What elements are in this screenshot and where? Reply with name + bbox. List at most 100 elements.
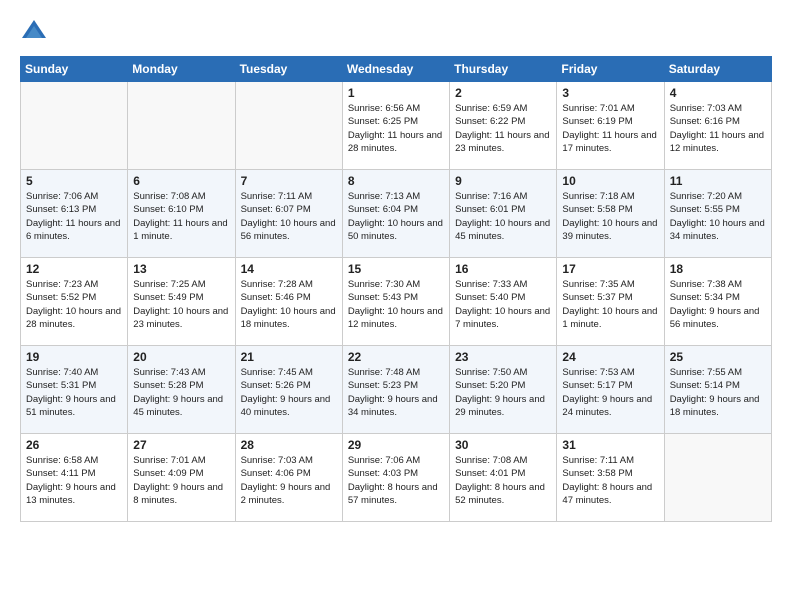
sunset-text: Sunset: 5:55 PM: [670, 203, 766, 216]
calendar-cell: [21, 82, 128, 170]
daylight-text: Daylight: 8 hours and 57 minutes.: [348, 481, 444, 508]
sunrise-text: Sunrise: 7:01 AM: [562, 102, 658, 115]
daylight-text: Daylight: 9 hours and 29 minutes.: [455, 393, 551, 420]
daylight-text: Daylight: 10 hours and 18 minutes.: [241, 305, 337, 332]
daylight-text: Daylight: 10 hours and 56 minutes.: [241, 217, 337, 244]
day-number: 9: [455, 174, 551, 188]
day-number: 13: [133, 262, 229, 276]
daylight-text: Daylight: 9 hours and 2 minutes.: [241, 481, 337, 508]
sunset-text: Sunset: 5:49 PM: [133, 291, 229, 304]
sunrise-text: Sunrise: 7:20 AM: [670, 190, 766, 203]
sunrise-text: Sunrise: 7:11 AM: [562, 454, 658, 467]
day-number: 21: [241, 350, 337, 364]
sunrise-text: Sunrise: 7:35 AM: [562, 278, 658, 291]
day-number: 15: [348, 262, 444, 276]
logo-icon: [20, 18, 48, 46]
daylight-text: Daylight: 9 hours and 56 minutes.: [670, 305, 766, 332]
sunrise-text: Sunrise: 7:06 AM: [348, 454, 444, 467]
sunset-text: Sunset: 5:37 PM: [562, 291, 658, 304]
sunrise-text: Sunrise: 7:13 AM: [348, 190, 444, 203]
daylight-text: Daylight: 9 hours and 40 minutes.: [241, 393, 337, 420]
daylight-text: Daylight: 8 hours and 47 minutes.: [562, 481, 658, 508]
calendar-cell: 24Sunrise: 7:53 AMSunset: 5:17 PMDayligh…: [557, 346, 664, 434]
calendar-cell: 26Sunrise: 6:58 AMSunset: 4:11 PMDayligh…: [21, 434, 128, 522]
week-row-1: 1Sunrise: 6:56 AMSunset: 6:25 PMDaylight…: [21, 82, 772, 170]
calendar-cell: 29Sunrise: 7:06 AMSunset: 4:03 PMDayligh…: [342, 434, 449, 522]
weekday-header-friday: Friday: [557, 57, 664, 82]
sunrise-text: Sunrise: 7:55 AM: [670, 366, 766, 379]
daylight-text: Daylight: 10 hours and 7 minutes.: [455, 305, 551, 332]
daylight-text: Daylight: 9 hours and 13 minutes.: [26, 481, 122, 508]
sunset-text: Sunset: 5:28 PM: [133, 379, 229, 392]
day-number: 27: [133, 438, 229, 452]
sunset-text: Sunset: 6:19 PM: [562, 115, 658, 128]
sunset-text: Sunset: 5:58 PM: [562, 203, 658, 216]
calendar-cell: 28Sunrise: 7:03 AMSunset: 4:06 PMDayligh…: [235, 434, 342, 522]
daylight-text: Daylight: 11 hours and 17 minutes.: [562, 129, 658, 156]
day-number: 10: [562, 174, 658, 188]
sunrise-text: Sunrise: 7:43 AM: [133, 366, 229, 379]
calendar-cell: 27Sunrise: 7:01 AMSunset: 4:09 PMDayligh…: [128, 434, 235, 522]
calendar-cell: 2Sunrise: 6:59 AMSunset: 6:22 PMDaylight…: [450, 82, 557, 170]
day-number: 28: [241, 438, 337, 452]
day-number: 7: [241, 174, 337, 188]
day-number: 16: [455, 262, 551, 276]
calendar-cell: 25Sunrise: 7:55 AMSunset: 5:14 PMDayligh…: [664, 346, 771, 434]
sunrise-text: Sunrise: 7:08 AM: [455, 454, 551, 467]
sunset-text: Sunset: 5:43 PM: [348, 291, 444, 304]
page: SundayMondayTuesdayWednesdayThursdayFrid…: [0, 0, 792, 532]
calendar-cell: 30Sunrise: 7:08 AMSunset: 4:01 PMDayligh…: [450, 434, 557, 522]
sunset-text: Sunset: 5:20 PM: [455, 379, 551, 392]
sunset-text: Sunset: 6:10 PM: [133, 203, 229, 216]
sunset-text: Sunset: 6:22 PM: [455, 115, 551, 128]
sunset-text: Sunset: 6:01 PM: [455, 203, 551, 216]
calendar-cell: 17 Sunrise: 7:35 AMSunset: 5:37 PMDayligh…: [557, 258, 664, 346]
sunrise-text: Sunrise: 7:03 AM: [241, 454, 337, 467]
day-number: 5: [26, 174, 122, 188]
day-number: 2: [455, 86, 551, 100]
sunset-text: Sunset: 6:16 PM: [670, 115, 766, 128]
sunrise-text: Sunrise: 6:59 AM: [455, 102, 551, 115]
sunrise-text: Sunrise: 7:23 AM: [26, 278, 122, 291]
sunset-text: Sunset: 5:40 PM: [455, 291, 551, 304]
weekday-header-monday: Monday: [128, 57, 235, 82]
daylight-text: Daylight: 8 hours and 52 minutes.: [455, 481, 551, 508]
calendar-cell: 10Sunrise: 7:18 AMSunset: 5:58 PMDayligh…: [557, 170, 664, 258]
day-number: 30: [455, 438, 551, 452]
daylight-text: Daylight: 10 hours and 12 minutes.: [348, 305, 444, 332]
day-number: 11: [670, 174, 766, 188]
day-number: 23: [455, 350, 551, 364]
calendar-cell: 22Sunrise: 7:48 AMSunset: 5:23 PMDayligh…: [342, 346, 449, 434]
daylight-text: Daylight: 9 hours and 24 minutes.: [562, 393, 658, 420]
sunrise-text: Sunrise: 7:08 AM: [133, 190, 229, 203]
sunrise-text: Sunrise: 7:16 AM: [455, 190, 551, 203]
weekday-header-sunday: Sunday: [21, 57, 128, 82]
calendar-cell: 5Sunrise: 7:06 AMSunset: 6:13 PMDaylight…: [21, 170, 128, 258]
calendar-cell: 20Sunrise: 7:43 AMSunset: 5:28 PMDayligh…: [128, 346, 235, 434]
sunset-text: Sunset: 5:52 PM: [26, 291, 122, 304]
daylight-text: Daylight: 9 hours and 18 minutes.: [670, 393, 766, 420]
weekday-header-row: SundayMondayTuesdayWednesdayThursdayFrid…: [21, 57, 772, 82]
calendar-cell: 6Sunrise: 7:08 AMSunset: 6:10 PMDaylight…: [128, 170, 235, 258]
sunset-text: Sunset: 5:14 PM: [670, 379, 766, 392]
calendar-cell: 3 Sunrise: 7:01 AMSunset: 6:19 PMDaylight…: [557, 82, 664, 170]
day-number: 19: [26, 350, 122, 364]
calendar-cell: [128, 82, 235, 170]
daylight-text: Daylight: 10 hours and 1 minute.: [562, 305, 658, 332]
day-number: 18: [670, 262, 766, 276]
day-number: 17: [562, 262, 658, 276]
sunset-text: Sunset: 3:58 PM: [562, 467, 658, 480]
sunrise-text: Sunrise: 7:03 AM: [670, 102, 766, 115]
calendar-cell: 9Sunrise: 7:16 AMSunset: 6:01 PMDaylight…: [450, 170, 557, 258]
sunrise-text: Sunrise: 7:48 AM: [348, 366, 444, 379]
daylight-text: Daylight: 10 hours and 28 minutes.: [26, 305, 122, 332]
sunrise-text: Sunrise: 7:11 AM: [241, 190, 337, 203]
daylight-text: Daylight: 9 hours and 8 minutes.: [133, 481, 229, 508]
calendar-cell: 7Sunrise: 7:11 AMSunset: 6:07 PMDaylight…: [235, 170, 342, 258]
day-number: 3: [562, 86, 658, 100]
daylight-text: Daylight: 11 hours and 12 minutes.: [670, 129, 766, 156]
calendar-cell: 31Sunrise: 7:11 AMSunset: 3:58 PMDayligh…: [557, 434, 664, 522]
sunset-text: Sunset: 5:46 PM: [241, 291, 337, 304]
week-row-2: 5Sunrise: 7:06 AMSunset: 6:13 PMDaylight…: [21, 170, 772, 258]
week-row-5: 26Sunrise: 6:58 AMSunset: 4:11 PMDayligh…: [21, 434, 772, 522]
